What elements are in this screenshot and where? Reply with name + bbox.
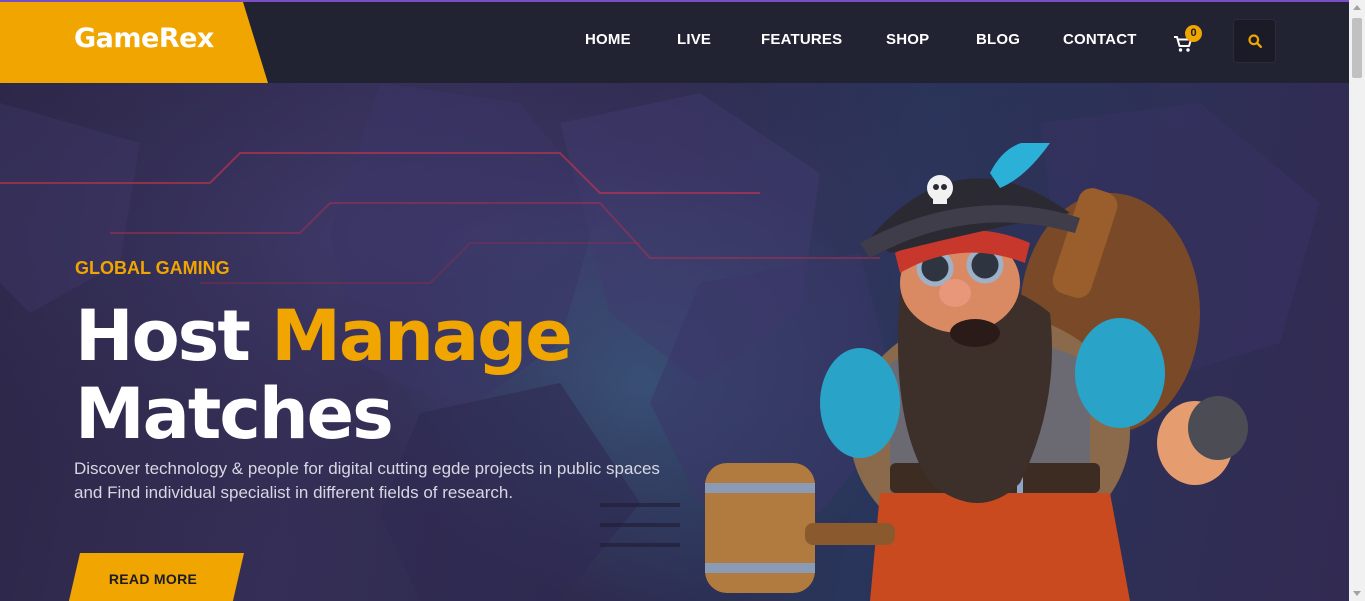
read-more-button[interactable]: READ MORE (68, 553, 244, 601)
hero-description: Discover technology & people for digital… (74, 459, 660, 502)
main-nav: HOME LIVE FEATURES SHOP BLOG CONTACT (0, 2, 1349, 83)
nav-item-features[interactable]: FEATURES (761, 31, 842, 48)
hero-eyebrow: GLOBAL GAMING (75, 258, 230, 278)
scroll-up-arrow-icon[interactable] (1353, 5, 1361, 10)
nav-item-shop[interactable]: SHOP (886, 31, 929, 48)
pirate-mascot-illustration (705, 143, 1248, 601)
cart-count-badge: 0 (1185, 25, 1202, 42)
cart-button[interactable]: 0 (1173, 25, 1207, 57)
headline-matches: Matches (75, 373, 394, 455)
nav-item-live[interactable]: LIVE (677, 31, 711, 48)
scroll-down-arrow-icon[interactable] (1353, 591, 1361, 596)
nav-item-contact[interactable]: CONTACT (1063, 31, 1137, 48)
hero-headline: Host Manage Matches (75, 295, 573, 455)
search-icon (1248, 34, 1262, 48)
nav-item-blog[interactable]: BLOG (976, 31, 1020, 48)
scrollbar-thumb[interactable] (1352, 18, 1362, 78)
hero-banner: GLOBAL GAMING Host Manage Matches Discov… (0, 83, 1349, 601)
headline-manage: Manage (271, 295, 573, 377)
read-more-label: READ MORE (108, 571, 198, 587)
headline-host: Host (75, 295, 251, 377)
nav-item-home[interactable]: HOME (585, 31, 631, 48)
search-button[interactable] (1234, 20, 1275, 62)
page-scrollbar[interactable] (1349, 0, 1365, 601)
navbar: GameRex HOME LIVE FEATURES SHOP BLOG CON… (0, 2, 1349, 83)
